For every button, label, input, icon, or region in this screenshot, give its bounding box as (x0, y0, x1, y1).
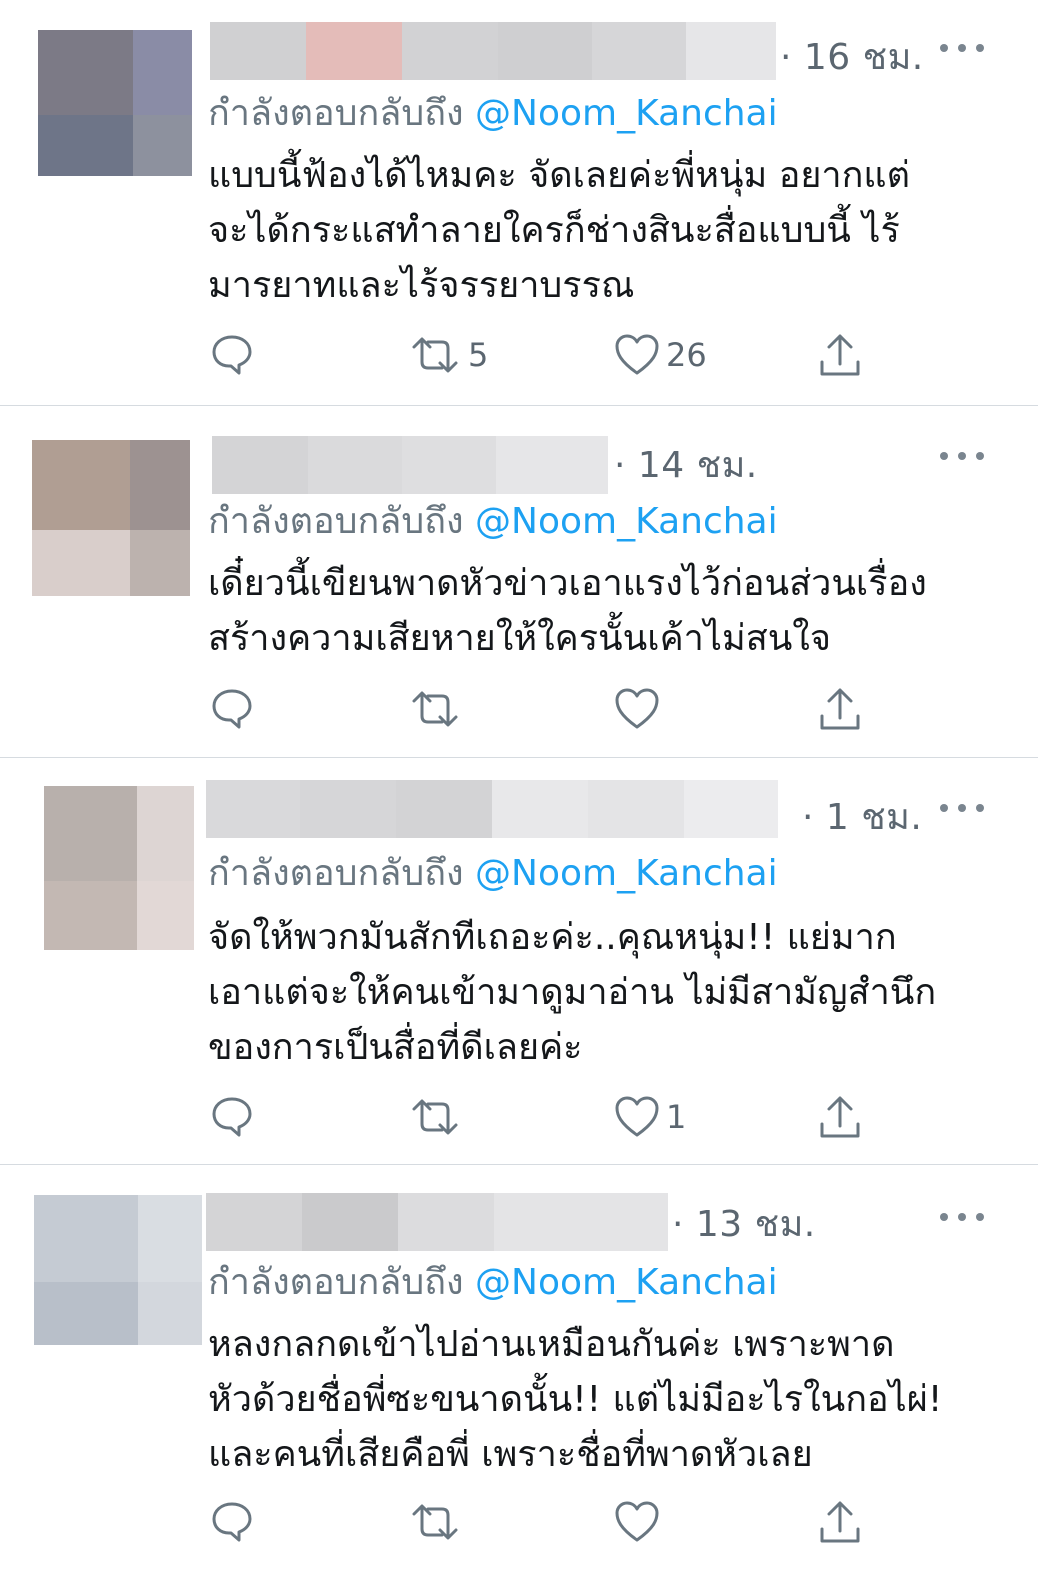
like-count: 26 (666, 336, 707, 374)
replying-to-label: กำลังตอบกลับถึง (208, 1262, 464, 1303)
tweet-text-line: มารยาทและไร้จรรยาบรรณ (208, 265, 635, 306)
tweet-text: หลงกลกดเข้าไปอ่านเหมือนกันค่ะ เพราะพาด ห… (208, 1317, 1008, 1482)
reply-icon (212, 1502, 252, 1542)
reply-handle-link[interactable]: @Noom_Kanchai (475, 93, 778, 134)
heart-icon (615, 1096, 659, 1137)
share-icon (820, 1096, 860, 1138)
like-button[interactable] (614, 1497, 666, 1547)
display-name-redacted[interactable] (206, 780, 778, 838)
replying-to: กำลังตอบกลับถึง @Noom_Kanchai (208, 844, 778, 901)
retweet-icon (412, 1099, 458, 1135)
avatar[interactable] (32, 440, 190, 596)
replying-to: กำลังตอบกลับถึง @Noom_Kanchai (208, 84, 778, 141)
tweet-text-line: หัวด้วยชื่อพี่ซะขนาดนั้น!! แต่ไม่มีอะไรใ… (208, 1379, 943, 1420)
more-options-icon[interactable] (940, 1211, 984, 1223)
tweet[interactable]: · 1 ชม. กำลังตอบกลับถึง @Noom_Kanchai จั… (0, 758, 1038, 1164)
tweet-text: แบบนี้ฟ้องได้ไหมคะ จัดเลยค่ะพี่หนุ่ม อยา… (208, 148, 1008, 313)
share-icon (820, 688, 860, 730)
share-button[interactable] (818, 684, 862, 734)
reply-button[interactable] (210, 684, 254, 734)
retweet-button[interactable] (408, 684, 468, 734)
tweet-text-line: จัดให้พวกมันสักทีเถอะค่ะ..คุณหนุ่ม!! แย่… (208, 917, 897, 958)
reply-icon (212, 335, 252, 375)
avatar[interactable] (34, 1195, 202, 1345)
retweet-icon (412, 691, 458, 727)
tweet[interactable]: · 13 ชม. กำลังตอบกลับถึง @Noom_Kanchai ห… (0, 1165, 1038, 1580)
share-icon (820, 1501, 860, 1543)
tweet-text: จัดให้พวกมันสักทีเถอะค่ะ..คุณหนุ่ม!! แย่… (208, 910, 1008, 1075)
reply-icon (212, 1097, 252, 1137)
replying-to-label: กำลังตอบกลับถึง (208, 501, 464, 542)
replying-to-label: กำลังตอบกลับถึง (208, 853, 464, 894)
reply-handle-link[interactable]: @Noom_Kanchai (475, 501, 778, 542)
tweet-text: เดี๋ยวนี้เขียนพาดหัวข่าวเอาแรงไว้ก่อนส่ว… (208, 556, 1008, 666)
tweet[interactable]: · 14 ชม. กำลังตอบกลับถึง @Noom_Kanchai เ… (0, 406, 1038, 757)
reply-handle-link[interactable]: @Noom_Kanchai (475, 1262, 778, 1303)
replying-to: กำลังตอบกลับถึง @Noom_Kanchai (208, 1253, 778, 1310)
retweet-button[interactable] (408, 1497, 468, 1547)
retweet-icon (412, 1504, 458, 1540)
retweet-button[interactable] (408, 1092, 468, 1142)
tweet-text-line: เดี๋ยวนี้เขียนพาดหัวข่าวเอาแรงไว้ก่อนส่ว… (208, 563, 927, 604)
tweet-text-line: แบบนี้ฟ้องได้ไหมคะ จัดเลยค่ะพี่หนุ่ม อยา… (208, 155, 911, 196)
share-icon (820, 334, 860, 376)
like-button[interactable] (614, 684, 666, 734)
tweet-text-line: และคนที่เสียคือพี่ เพราะชื่อที่พาดหัวเลย (208, 1434, 813, 1475)
tweet-text-line: เอาแต่จะให้คนเข้ามาดูมาอ่าน ไม่มีสามัญสำ… (208, 972, 937, 1013)
retweet-button[interactable]: 5 (408, 330, 488, 380)
share-button[interactable] (818, 1497, 862, 1547)
timestamp[interactable]: · 1 ชม. (802, 788, 922, 845)
reply-button[interactable] (210, 1497, 254, 1547)
display-name-redacted[interactable] (212, 436, 608, 494)
share-button[interactable] (818, 330, 862, 380)
tweet-text-line: สร้างความเสียหายให้ใครนั้นเค้าไม่สนใจ (208, 618, 831, 659)
retweet-count: 5 (468, 336, 489, 374)
replying-to: กำลังตอบกลับถึง @Noom_Kanchai (208, 492, 778, 549)
tweet[interactable]: · 16 ชม. กำลังตอบกลับถึง @Noom_Kanchai แ… (0, 0, 1038, 405)
more-options-icon[interactable] (940, 42, 984, 54)
heart-icon (615, 688, 659, 729)
tweet-text-line: หลงกลกดเข้าไปอ่านเหมือนกันค่ะ เพราะพาด (208, 1324, 895, 1365)
share-button[interactable] (818, 1092, 862, 1142)
avatar[interactable] (38, 30, 192, 176)
retweet-icon (412, 337, 458, 373)
avatar[interactable] (44, 786, 194, 950)
tweet-text-line: ของการเป็นสื่อที่ดีเลยค่ะ (208, 1027, 583, 1068)
display-name-redacted[interactable] (206, 1193, 668, 1251)
timestamp[interactable]: · 13 ชม. (672, 1195, 816, 1252)
like-button[interactable]: 1 (614, 1092, 686, 1142)
heart-icon (615, 334, 659, 375)
more-options-icon[interactable] (940, 802, 984, 814)
tweet-text-line: จะได้กระแสทำลายใครก็ช่างสินะสื่อแบบนี้ ไ… (208, 210, 900, 251)
display-name-redacted[interactable] (210, 22, 776, 80)
like-button[interactable]: 26 (614, 330, 707, 380)
reply-button[interactable] (210, 330, 254, 380)
reply-button[interactable] (210, 1092, 254, 1142)
timestamp[interactable]: · 16 ชม. (780, 28, 924, 85)
timestamp[interactable]: · 14 ชม. (614, 436, 758, 493)
like-count: 1 (666, 1098, 687, 1136)
heart-icon (615, 1501, 659, 1542)
reply-handle-link[interactable]: @Noom_Kanchai (475, 853, 778, 894)
reply-icon (212, 689, 252, 729)
more-options-icon[interactable] (940, 450, 984, 462)
replying-to-label: กำลังตอบกลับถึง (208, 93, 464, 134)
